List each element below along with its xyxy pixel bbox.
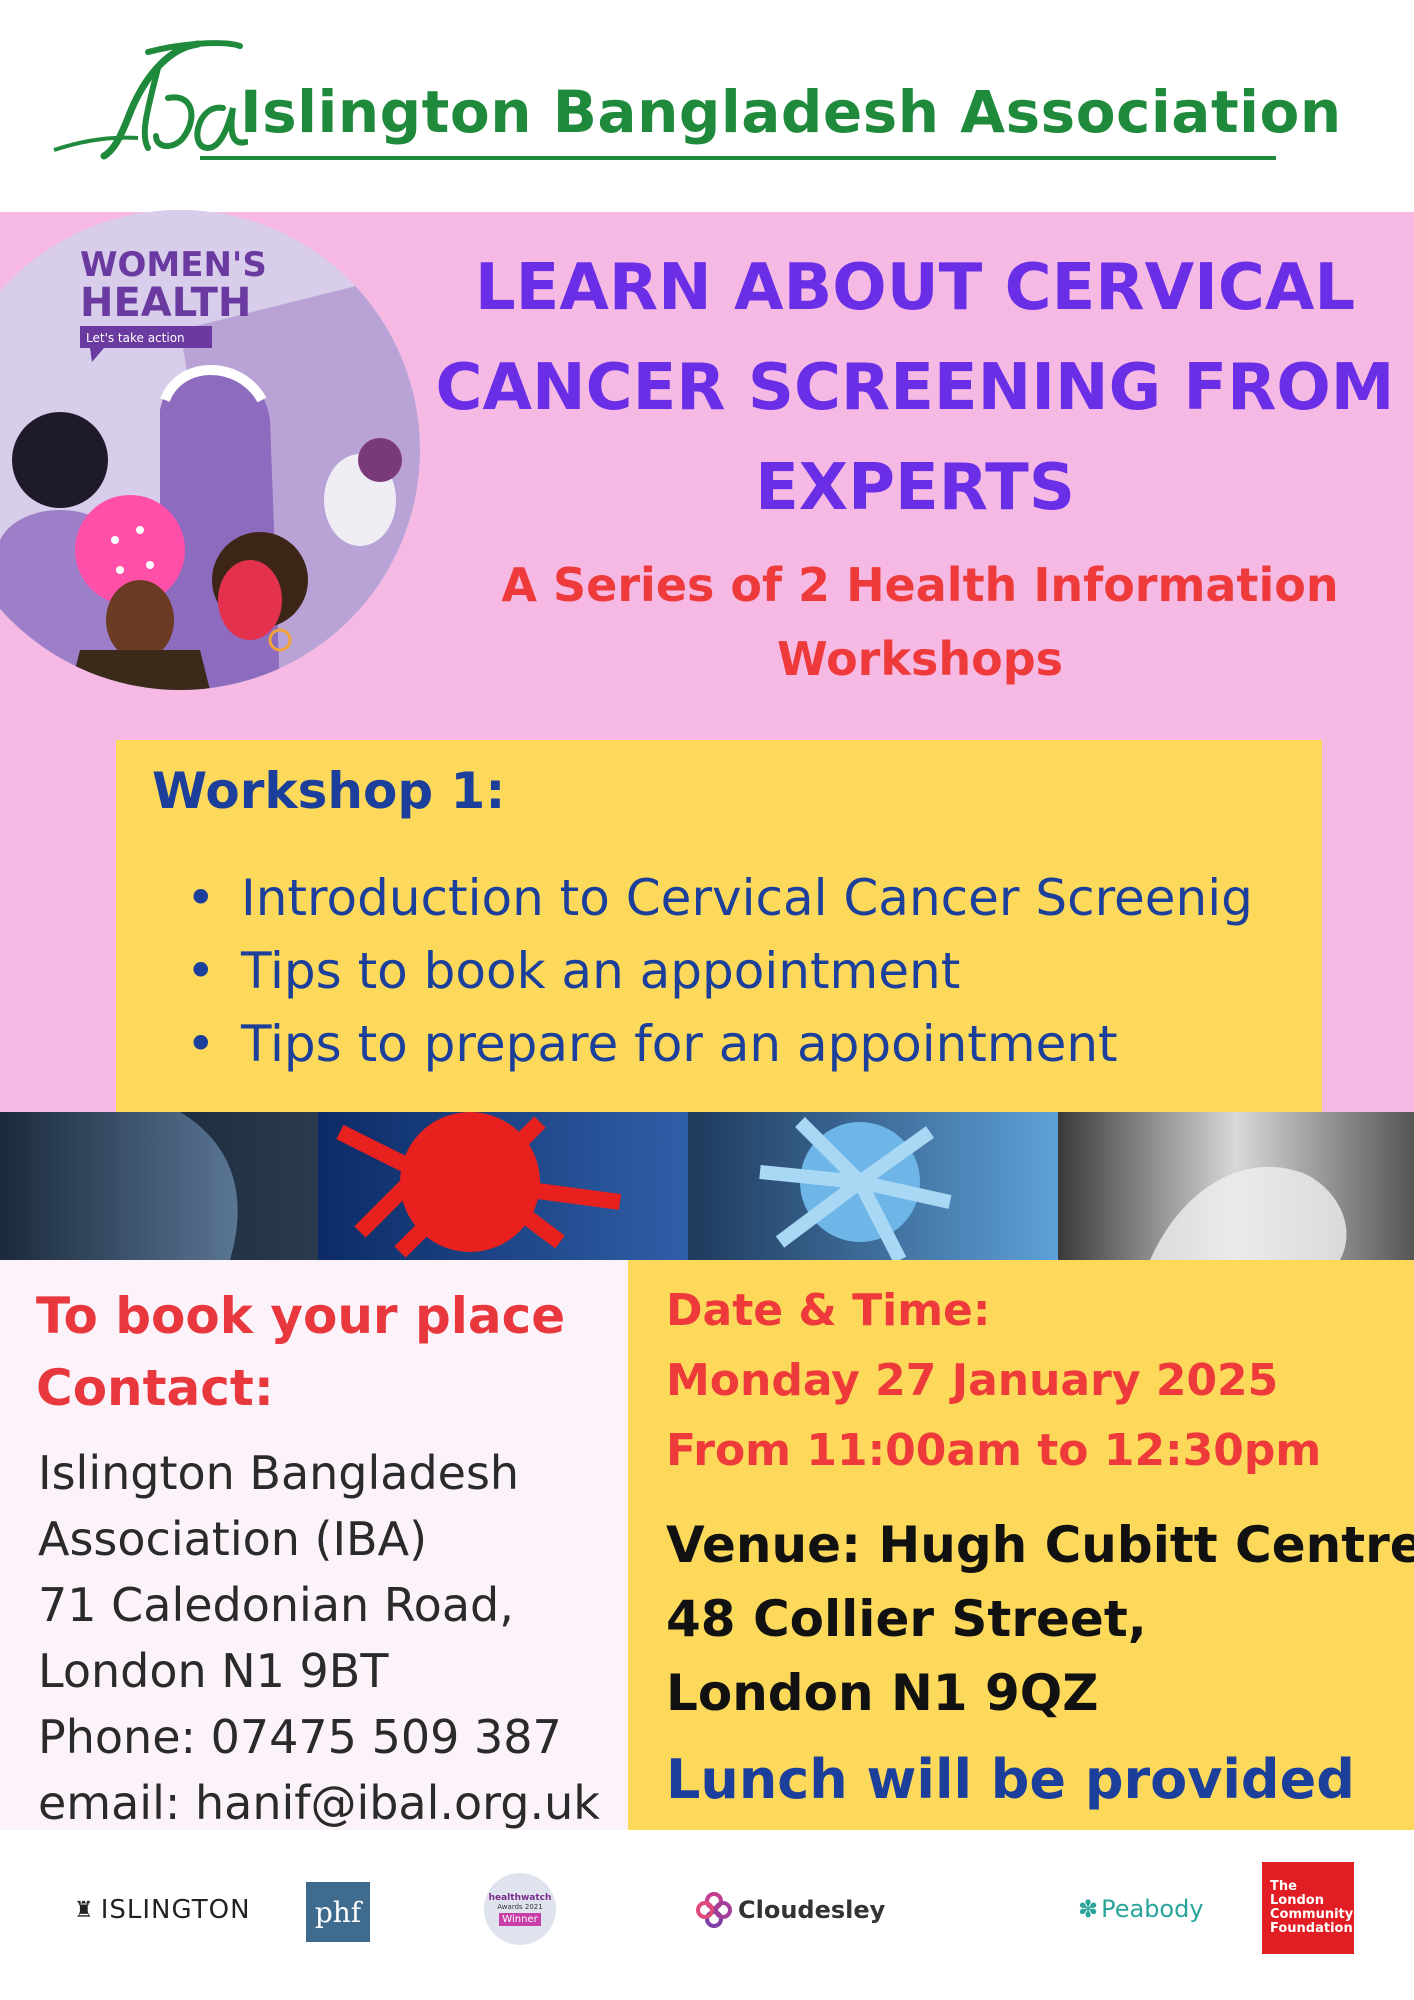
list-item: Tips to prepare for an appointment [186,1008,1253,1081]
main-headline: LEARN ABOUT CERVICAL CANCER SCREENING FR… [430,238,1400,538]
workshop-topics-list: Introduction to Cervical Cancer Screenig… [186,862,1253,1081]
cloudesley-logo-text: Cloudesley [738,1896,886,1924]
contact-details: Islington Bangladesh Association (IBA) 7… [38,1440,600,1836]
contact-address-line-1: 71 Caledonian Road, [38,1578,514,1632]
healthwatch-text: healthwatch [488,1892,552,1903]
list-item: Tips to book an appointment [186,935,1253,1008]
list-item: Introduction to Cervical Cancer Screenig [186,862,1253,935]
peabody-flower-icon: ✽ [1078,1895,1099,1923]
medical-imagery-strip [0,1112,1414,1260]
header-underline [200,156,1276,160]
cloudesley-logo: Cloudesley [696,1892,885,1928]
cloudesley-flower-icon [696,1892,732,1928]
peabody-logo-text: Peabody [1101,1895,1204,1923]
headline-line-3: EXPERTS [755,451,1075,525]
islington-logo-text: ISLINGTON [100,1895,251,1925]
tlcf-line-2: Community [1270,1907,1354,1922]
phf-logo: phf [306,1882,370,1942]
subheading-line-2: Workshops [776,632,1064,686]
contact-email: email: hanif@ibal.org.uk [38,1776,600,1830]
contact-org-line-1: Islington Bangladesh [38,1446,520,1500]
healthwatch-winner-text: Winner [499,1912,541,1926]
organization-name: Islington Bangladesh Association [240,78,1342,146]
contact-address-line-2: London N1 9BT [38,1644,389,1698]
contact-phone: Phone: 07475 509 387 [38,1710,562,1764]
event-time: From 11:00am to 12:30pm [666,1425,1322,1476]
lunch-note: Lunch will be provided [666,1748,1355,1811]
venue-city: London N1 9QZ [666,1664,1099,1722]
booking-heading-line-2: Contact: [36,1359,274,1417]
peabody-logo: ✽ Peabody [1078,1895,1204,1923]
subheading-line-1: A Series of 2 Health Information [501,558,1339,612]
venue-street: 48 Collier Street, [666,1590,1147,1648]
iba-logo-mark [53,40,248,160]
subheading: A Series of 2 Health Information Worksho… [470,548,1370,696]
healthwatch-award-text: Awards 2021 [497,1902,543,1911]
booking-heading: To book your place Contact: [36,1280,565,1424]
workshop-title: Workshop 1: [152,762,506,820]
headline-line-1: LEARN ABOUT CERVICAL [474,251,1356,325]
venue-block: Venue: Hugh Cubitt Centre 48 Collier Str… [666,1508,1414,1730]
event-date: Monday 27 January 2025 [666,1355,1279,1406]
healthwatch-award-logo: healthwatch Awards 2021 Winner [484,1873,556,1945]
venue-name: Venue: Hugh Cubitt Centre [666,1516,1414,1574]
tlcf-line-1: The London [1270,1879,1324,1908]
tagline-text: Let's take action [86,331,185,345]
date-time-block: Date & Time: Monday 27 January 2025 From… [666,1276,1321,1486]
headline-line-2: CANCER SCREENING FROM [435,351,1395,425]
crest-icon: ♜ [74,1897,95,1923]
london-community-foundation-logo: The London Community Foundation [1262,1862,1354,1954]
islington-logo: ♜ ISLINGTON [74,1895,251,1925]
womens-text: WOMEN'S [80,245,267,285]
tlcf-line-3: Foundation [1270,1921,1353,1936]
booking-heading-line-1: To book your place [36,1287,566,1345]
date-time-label: Date & Time: [666,1285,991,1336]
health-text: HEALTH [80,280,251,326]
contact-org-line-2: Association (IBA) [38,1512,428,1566]
